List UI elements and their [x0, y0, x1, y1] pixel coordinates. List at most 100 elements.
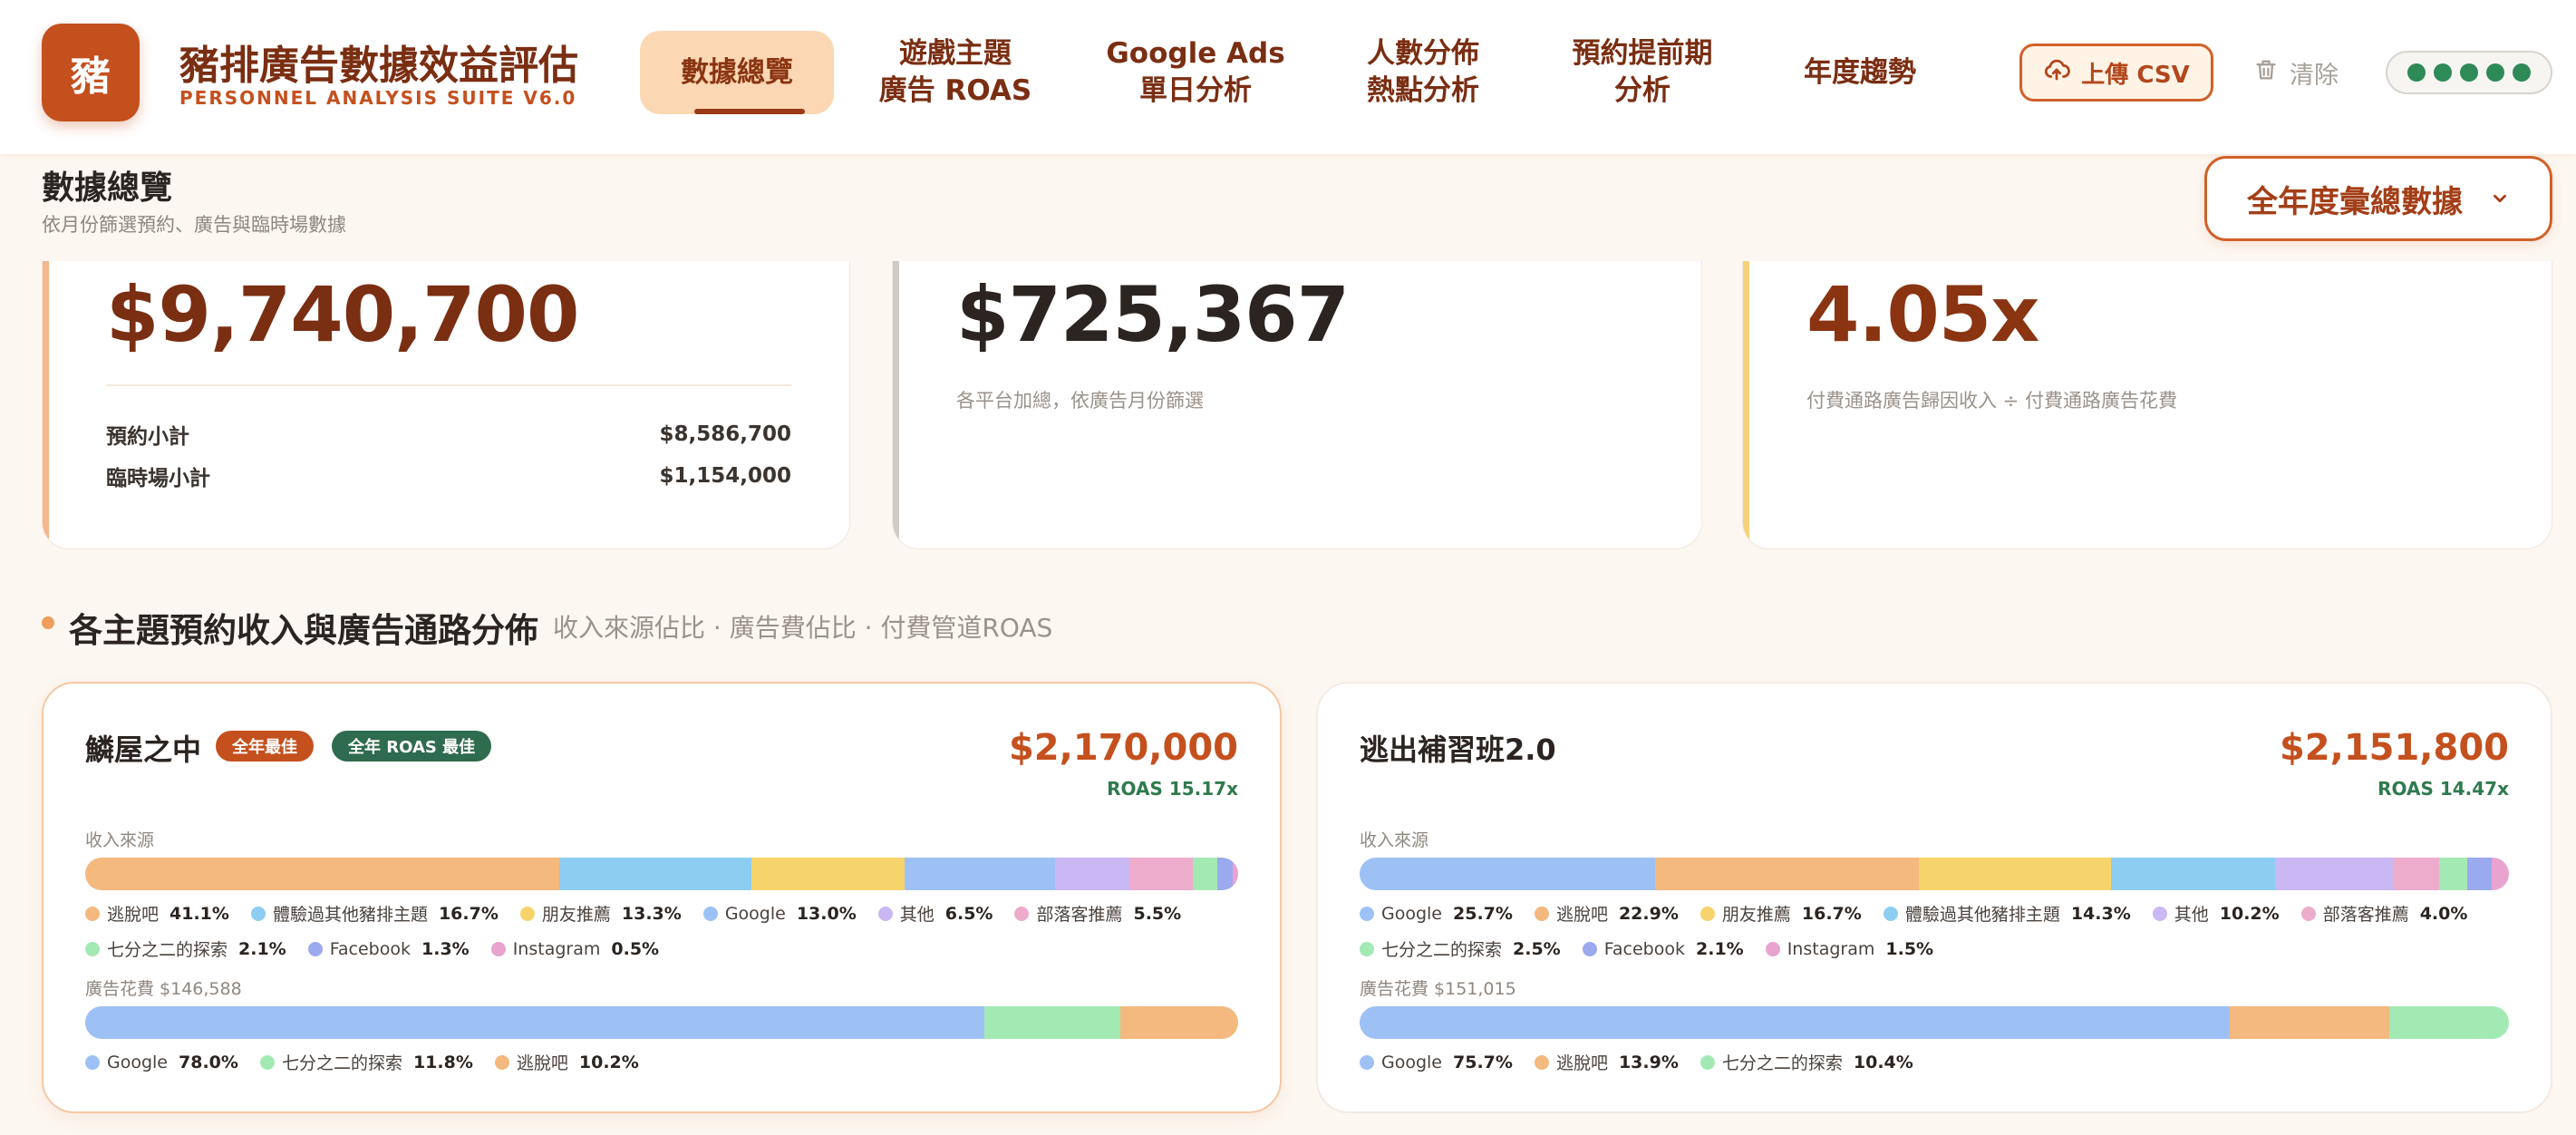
- tab-booking-lead-time[interactable]: 預約提前期 分析: [1552, 31, 1733, 114]
- kpi-card-ad-spend: $725,367 各平台加總，依廣告月份篩選: [892, 261, 1702, 549]
- legend-item: 逃脫吧 22.9%: [1534, 901, 1679, 926]
- bar-segment: [1054, 858, 1130, 890]
- legend-swatch: [1582, 941, 1597, 956]
- card-accent: [893, 261, 899, 548]
- legend-item: 逃脫吧 41.1%: [85, 901, 229, 926]
- legend-percent: 25.7%: [1453, 903, 1513, 924]
- tab-theme-roas[interactable]: 遊戲主題 廣告 ROAS: [863, 31, 1048, 114]
- legend-percent: 13.0%: [796, 903, 857, 924]
- status-dot: [2460, 63, 2478, 82]
- legend-percent: 6.5%: [944, 903, 993, 924]
- legend-label: 七分之二的探索: [1721, 1053, 1843, 1073]
- legend-percent: 5.5%: [1133, 903, 1182, 924]
- legend-percent: 41.1%: [169, 903, 229, 924]
- section-subtitle: 收入來源佔比 · 廣告費佔比 · 付費管道ROAS: [553, 613, 1053, 643]
- bar-segment: [2110, 858, 2276, 890]
- card-accent: [43, 261, 49, 548]
- ad-spend-stack-bar: [85, 1006, 1238, 1039]
- legend-label: Google: [1381, 1052, 1443, 1072]
- bar-segment: [2392, 858, 2439, 890]
- theme-card[interactable]: 鱗屋之中 全年最佳 全年 ROAS 最佳 $2,170,000 ROAS 15.…: [42, 682, 1282, 1113]
- legend-label: Google: [107, 1052, 169, 1072]
- kpi-breakdown-row: 臨時場小計 $1,154,000: [106, 462, 791, 490]
- legend-percent: 75.7%: [1453, 1052, 1513, 1072]
- legend-swatch: [85, 906, 100, 921]
- trash-icon: [2253, 57, 2279, 89]
- legend-percent: 1.3%: [421, 938, 470, 959]
- legend-percent: 10.2%: [578, 1052, 639, 1072]
- legend-item: 七分之二的探索 10.4%: [1700, 1050, 1913, 1074]
- legend-swatch: [1360, 1054, 1374, 1070]
- kpi-note: 各平台加總，依廣告月份篩選: [956, 390, 1204, 412]
- kpi-note: 付費通路廣告歸因收入 ÷ 付費通路廣告花費: [1806, 390, 2177, 412]
- bar-segment: [2389, 1006, 2509, 1039]
- legend-swatch: [85, 941, 100, 956]
- kpi-card-total-revenue: $9,740,700 預約小計 $8,586,700 臨時場小計 $1,154,…: [42, 261, 850, 549]
- tab-overview[interactable]: 數據總覽: [640, 31, 834, 114]
- theme-total-revenue: $2,151,800: [2279, 727, 2509, 769]
- tab-label: 遊戲主題 廣告 ROAS: [878, 37, 1032, 107]
- period-select[interactable]: 全年度彙總數據: [2204, 156, 2552, 241]
- app-subtitle: PERSONNEL ANALYSIS SUITE V6.0: [179, 87, 577, 109]
- section-title: 各主題預約收入與廣告通路分佈: [69, 611, 538, 650]
- tab-yearly-trend[interactable]: 年度趨勢: [1786, 31, 1934, 114]
- legend-label: Facebook: [1603, 938, 1685, 959]
- revenue-source-label: 收入來源: [85, 830, 155, 850]
- row-label: 臨時場小計: [106, 467, 210, 490]
- upload-csv-button[interactable]: 上傳 CSV: [2019, 44, 2213, 102]
- legend-percent: 4.0%: [2419, 903, 2468, 924]
- legend-percent: 14.3%: [2070, 903, 2131, 924]
- theme-name: 鱗屋之中: [85, 732, 202, 767]
- theme-card[interactable]: 逃出補習班2.0 $2,151,800 ROAS 14.47x 收入來源 Goo…: [1316, 682, 2552, 1113]
- legend-swatch: [1700, 906, 1715, 921]
- legend-swatch: [1534, 906, 1549, 921]
- legend-label: 逃脫吧: [1555, 1053, 1608, 1073]
- cloud-upload-icon: [2043, 56, 2071, 90]
- legend-percent: 1.5%: [1885, 938, 1934, 959]
- clear-button[interactable]: 清除: [2253, 47, 2339, 98]
- ad-spend-label: 廣告花費 $151,015: [1360, 979, 1516, 999]
- legend-label: Google: [724, 903, 786, 924]
- revenue-legend: Google 25.7% 逃脫吧 22.9% 朋友推薦 16.7% 體驗過其他豬排主題 14.…: [1360, 901, 2509, 961]
- legend-swatch: [1700, 1054, 1715, 1070]
- legend-item: Google 25.7%: [1360, 901, 1513, 926]
- page-title: 數據總覽: [42, 170, 173, 207]
- legend-swatch: [259, 1054, 275, 1070]
- legend-item: Google 13.0%: [702, 901, 857, 926]
- legend-item: 七分之二的探索 11.8%: [259, 1050, 473, 1074]
- theme-roas: ROAS 14.47x: [2377, 778, 2509, 800]
- legend-item: 其他 10.2%: [2152, 901, 2280, 926]
- legend-swatch: [1360, 906, 1374, 921]
- bar-segment: [1918, 858, 2111, 890]
- tab-label: Google Ads 單日分析: [1106, 37, 1285, 107]
- legend-swatch: [1014, 906, 1030, 921]
- kpi-value: $725,367: [956, 270, 1350, 359]
- legend-label: Google: [1381, 903, 1443, 924]
- bar-segment: [2467, 858, 2492, 890]
- legend-percent: 2.1%: [1696, 938, 1744, 959]
- legend-label: Instagram: [1787, 938, 1875, 959]
- bar-segment: [1129, 858, 1194, 890]
- kpi-breakdown-row: 預約小計 $8,586,700: [106, 421, 791, 449]
- legend-item: 體驗過其他豬排主題 14.3%: [1883, 901, 2131, 926]
- ad-spend-legend: Google 75.7% 逃脫吧 13.9% 七分之二的探索 10.4%: [1360, 1050, 2509, 1074]
- tab-headcount-heatmap[interactable]: 人數分佈 熱點分析: [1340, 31, 1506, 114]
- row-value: $1,154,000: [659, 464, 791, 488]
- ad-spend-label: 廣告花費 $146,588: [85, 979, 242, 999]
- kpi-value: $9,740,700: [106, 270, 579, 359]
- app-title: 豬排廣告數據效益評估: [179, 43, 578, 89]
- legend-percent: 2.5%: [1513, 938, 1561, 959]
- legend-label: Facebook: [329, 938, 411, 959]
- tab-google-ads-daily[interactable]: Google Ads 單日分析: [1091, 31, 1300, 114]
- bar-segment: [85, 858, 559, 890]
- bar-segment: [751, 858, 905, 890]
- tab-label: 數據總覽: [681, 55, 793, 89]
- legend-percent: 13.9%: [1618, 1052, 1679, 1072]
- legend-item: Google 75.7%: [1360, 1050, 1513, 1074]
- bar-segment: [2438, 858, 2468, 890]
- upload-label: 上傳 CSV: [2081, 61, 2190, 89]
- legend-percent: 22.9%: [1618, 903, 1679, 924]
- clear-label: 清除: [2290, 61, 2339, 90]
- legend-item: 體驗過其他豬排主題 16.7%: [250, 901, 499, 926]
- legend-swatch: [85, 1054, 100, 1070]
